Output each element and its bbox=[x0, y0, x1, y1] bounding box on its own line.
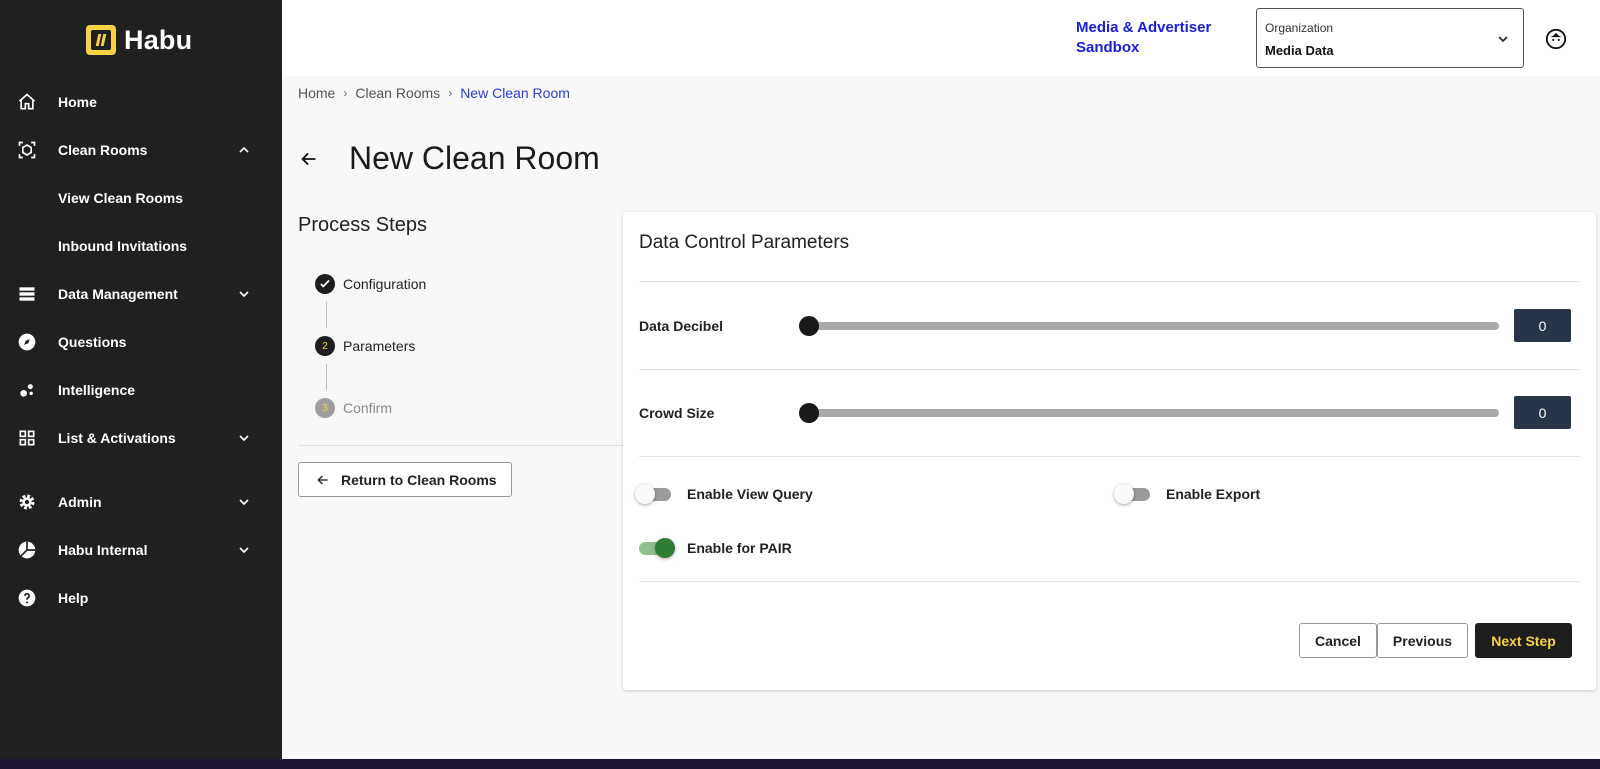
chevron-down-icon bbox=[236, 494, 252, 510]
sidebar-item-label: View Clean Rooms bbox=[58, 190, 184, 206]
card-divider bbox=[639, 456, 1580, 457]
crowd-size-slider-thumb[interactable] bbox=[799, 403, 819, 423]
step-label: Parameters bbox=[343, 338, 416, 354]
organization-select[interactable]: Organization Media Data bbox=[1256, 8, 1524, 68]
intelligence-icon bbox=[16, 379, 38, 401]
database-icon bbox=[16, 283, 38, 305]
return-button-label: Return to Clean Rooms bbox=[341, 471, 497, 488]
toggle-thumb bbox=[635, 484, 655, 504]
cancel-button[interactable]: Cancel bbox=[1299, 623, 1377, 658]
sidebar-item-clean-rooms[interactable]: Clean Rooms bbox=[0, 130, 282, 170]
enable-export-toggle[interactable] bbox=[1114, 482, 1154, 506]
sandbox-link[interactable]: Media & Advertiser Sandbox bbox=[1076, 18, 1236, 58]
sidebar-item-view-clean-rooms[interactable]: View Clean Rooms bbox=[0, 178, 282, 218]
pie-icon bbox=[16, 539, 38, 561]
steps-divider bbox=[298, 445, 623, 446]
check-icon bbox=[315, 274, 335, 294]
card-divider bbox=[639, 581, 1580, 582]
step-confirm[interactable]: 3 Confirm bbox=[315, 398, 392, 418]
enable-for-pair-toggle[interactable] bbox=[635, 536, 675, 560]
data-decibel-slider-thumb[interactable] bbox=[799, 316, 819, 336]
chevron-down-icon bbox=[236, 542, 252, 558]
toggle-thumb bbox=[1114, 484, 1134, 504]
sidebar-item-label: Help bbox=[58, 590, 89, 606]
data-decibel-value[interactable]: 0 bbox=[1514, 309, 1571, 342]
next-step-button[interactable]: Next Step bbox=[1475, 623, 1572, 658]
crowd-size-value[interactable]: 0 bbox=[1514, 396, 1571, 429]
sidebar-item-data-management[interactable]: Data Management bbox=[0, 274, 282, 314]
sidebar-item-label: Data Management bbox=[58, 286, 178, 302]
step-parameters[interactable]: 2 Parameters bbox=[315, 336, 415, 356]
sidebar-item-inbound-invitations[interactable]: Inbound Invitations bbox=[0, 226, 282, 266]
sidebar-item-label: Inbound Invitations bbox=[58, 238, 188, 254]
page-title: New Clean Room bbox=[349, 140, 600, 176]
sidebar-item-label: Questions bbox=[58, 334, 127, 350]
enable-view-query-label: Enable View Query bbox=[687, 486, 813, 502]
return-to-clean-rooms-button[interactable]: Return to Clean Rooms bbox=[298, 462, 512, 497]
window-bottom-edge bbox=[0, 759, 1600, 769]
step-number: 3 bbox=[315, 398, 335, 418]
step-number: 2 bbox=[315, 336, 335, 356]
home-icon bbox=[16, 91, 38, 113]
help-icon bbox=[16, 587, 38, 609]
logo-text: Habu bbox=[124, 24, 193, 55]
habu-logo[interactable]: Habu bbox=[86, 24, 192, 56]
compass-icon bbox=[16, 331, 38, 353]
breadcrumb-current: New Clean Room bbox=[460, 85, 570, 101]
chevron-down-icon bbox=[236, 286, 252, 302]
breadcrumb: Home › Clean Rooms › New Clean Room bbox=[298, 85, 570, 101]
sidebar-item-help[interactable]: Help bbox=[0, 578, 282, 618]
sidebar-item-label: Intelligence bbox=[58, 382, 136, 398]
chevron-down-icon bbox=[1495, 31, 1511, 47]
sidebar-item-label: Home bbox=[58, 94, 97, 110]
card-divider bbox=[639, 369, 1580, 370]
enable-view-query-toggle[interactable] bbox=[635, 482, 675, 506]
sidebar-item-label: Admin bbox=[58, 494, 102, 510]
breadcrumb-separator: › bbox=[343, 86, 348, 100]
enable-for-pair-label: Enable for PAIR bbox=[687, 540, 792, 556]
habu-logo-icon bbox=[86, 25, 116, 55]
enable-export-label: Enable Export bbox=[1166, 486, 1261, 502]
sidebar-item-admin[interactable]: Admin bbox=[0, 482, 282, 522]
process-steps-title: Process Steps bbox=[298, 214, 427, 236]
organization-value: Media Data bbox=[1265, 43, 1334, 58]
breadcrumb-clean-rooms[interactable]: Clean Rooms bbox=[355, 85, 440, 101]
organization-label: Organization bbox=[1265, 21, 1334, 35]
clean-rooms-icon bbox=[16, 139, 38, 161]
sidebar: Habu Home Clean Rooms View Clean Rooms I… bbox=[0, 0, 282, 769]
previous-button[interactable]: Previous bbox=[1377, 623, 1468, 658]
toggle-thumb bbox=[655, 538, 675, 558]
card-title: Data Control Parameters bbox=[639, 232, 850, 253]
sidebar-item-home[interactable]: Home bbox=[0, 82, 282, 122]
grid-icon bbox=[16, 427, 38, 449]
sidebar-item-questions[interactable]: Questions bbox=[0, 322, 282, 362]
step-label: Confirm bbox=[343, 400, 393, 416]
data-decibel-label: Data Decibel bbox=[639, 318, 724, 334]
crowd-size-slider[interactable] bbox=[799, 403, 1499, 423]
crowd-size-label: Crowd Size bbox=[639, 405, 715, 421]
sidebar-item-habu-internal[interactable]: Habu Internal bbox=[0, 530, 282, 570]
step-connector bbox=[326, 302, 327, 328]
arrow-left-icon bbox=[317, 475, 328, 484]
data-control-parameters-card: Data Control Parameters Data Decibel 0 C… bbox=[623, 212, 1596, 690]
data-decibel-slider[interactable] bbox=[799, 316, 1499, 336]
chevron-down-icon bbox=[236, 430, 252, 446]
step-connector bbox=[326, 364, 327, 390]
user-avatar-icon[interactable] bbox=[1545, 28, 1567, 50]
breadcrumb-home[interactable]: Home bbox=[298, 85, 335, 101]
step-configuration[interactable]: Configuration bbox=[315, 274, 426, 294]
back-arrow-icon[interactable] bbox=[298, 148, 320, 170]
card-divider bbox=[639, 281, 1580, 282]
sidebar-item-label: Habu Internal bbox=[58, 542, 148, 558]
sidebar-item-label: List & Activations bbox=[58, 430, 176, 446]
gear-icon bbox=[16, 491, 38, 513]
breadcrumb-separator: › bbox=[448, 86, 453, 100]
sidebar-item-intelligence[interactable]: Intelligence bbox=[0, 370, 282, 410]
sidebar-item-label: Clean Rooms bbox=[58, 142, 148, 158]
sidebar-item-list-activations[interactable]: List & Activations bbox=[0, 418, 282, 458]
chevron-up-icon bbox=[236, 142, 252, 158]
step-label: Configuration bbox=[343, 276, 427, 292]
